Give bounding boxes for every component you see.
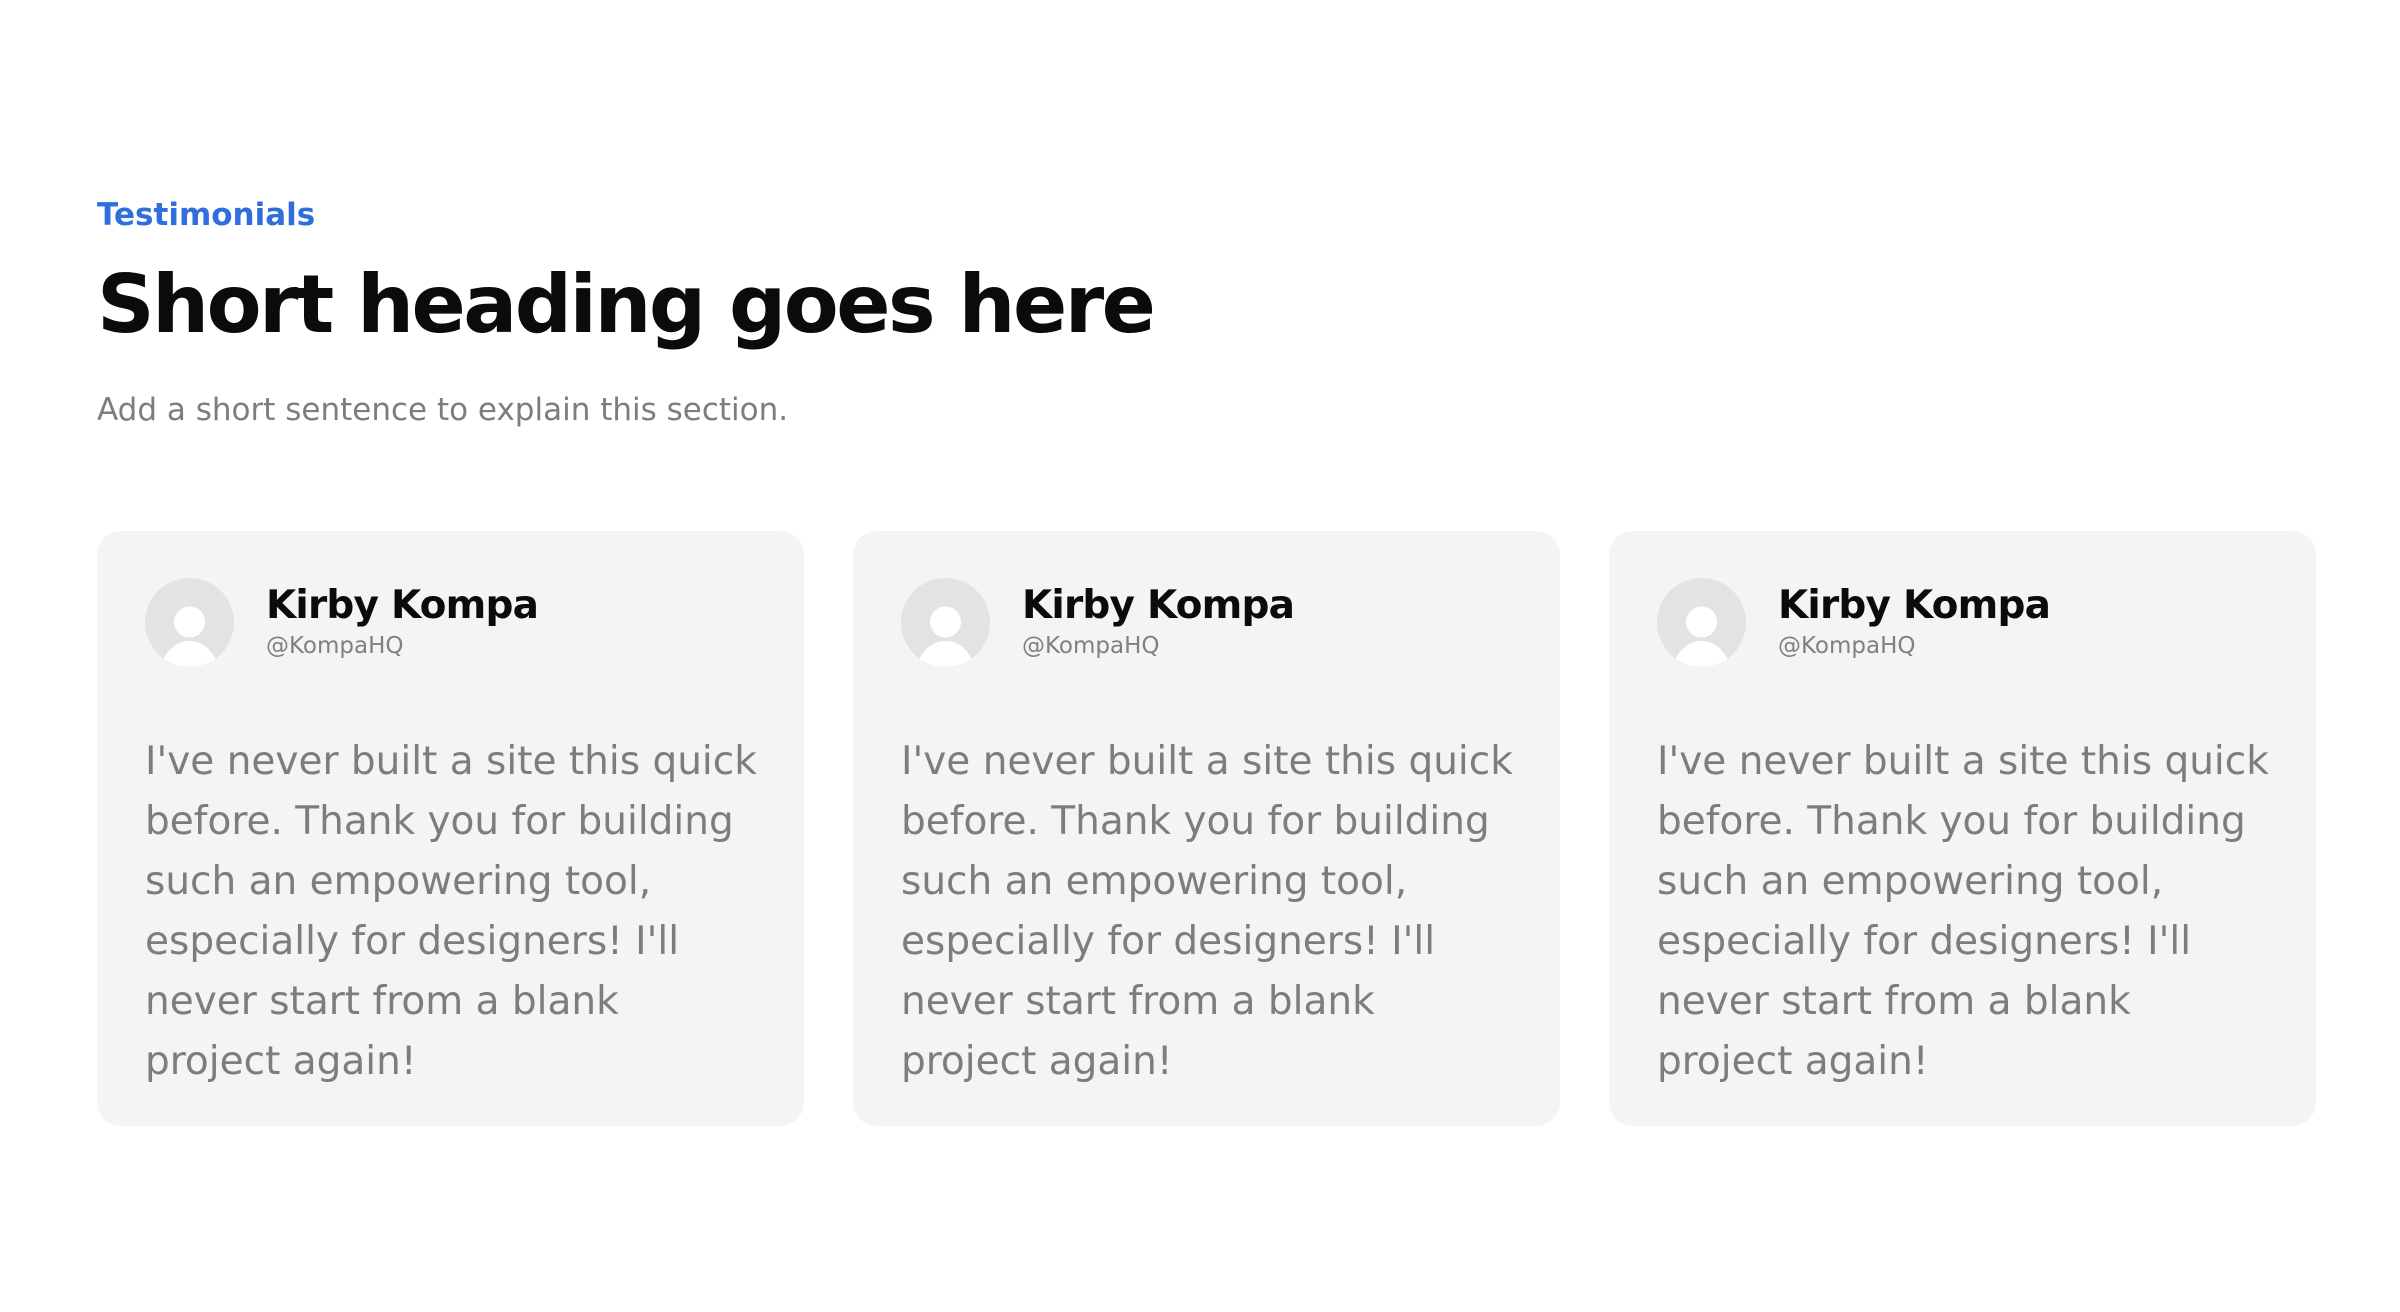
testimonial-author: Kirby Kompa @KompaHQ [1657,578,2268,670]
testimonial-card-list: Kirby Kompa @KompaHQ I've never built a … [97,531,2317,1126]
user-placeholder-icon [145,578,234,667]
author-handle: @KompaHQ [266,633,404,659]
testimonial-card: Kirby Kompa @KompaHQ I've never built a … [853,531,1560,1126]
testimonial-card: Kirby Kompa @KompaHQ I've never built a … [97,531,804,1126]
author-meta: Kirby Kompa @KompaHQ [266,578,539,663]
section-heading: Short heading goes here [97,258,1156,351]
author-meta: Kirby Kompa @KompaHQ [1778,578,2051,663]
author-name: Kirby Kompa [1778,583,2051,628]
testimonial-quote: I've never built a site this quick befor… [1657,739,2269,1084]
author-handle: @KompaHQ [1778,633,1916,659]
user-placeholder-icon [1657,578,1746,667]
testimonial-card: Kirby Kompa @KompaHQ I've never built a … [1609,531,2316,1126]
testimonial-author: Kirby Kompa @KompaHQ [901,578,1512,670]
author-name: Kirby Kompa [266,583,539,628]
section-subtitle: Add a short sentence to explain this sec… [97,392,789,428]
author-handle: @KompaHQ [1022,633,1160,659]
testimonial-author: Kirby Kompa @KompaHQ [145,578,756,670]
user-placeholder-icon [901,578,990,667]
testimonials-section: Testimonials Short heading goes here Add… [97,0,2317,1312]
testimonial-quote: I've never built a site this quick befor… [901,739,1513,1084]
testimonial-quote: I've never built a site this quick befor… [145,739,757,1084]
section-eyebrow: Testimonials [97,197,316,233]
author-name: Kirby Kompa [1022,583,1295,628]
author-meta: Kirby Kompa @KompaHQ [1022,578,1295,663]
